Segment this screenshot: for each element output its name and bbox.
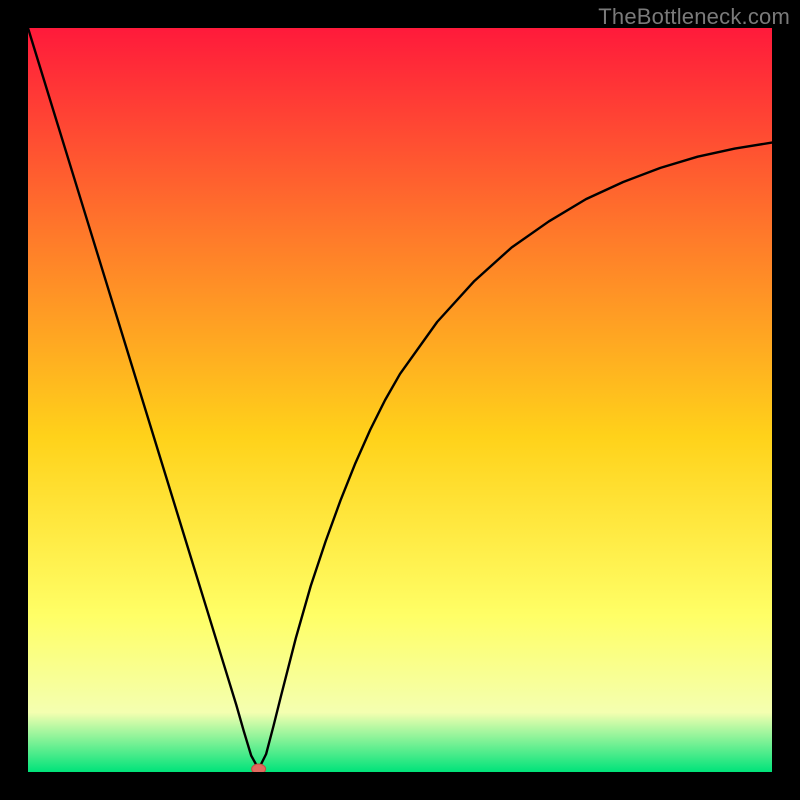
watermark-text: TheBottleneck.com xyxy=(598,4,790,30)
optimal-marker xyxy=(252,764,266,772)
chart-frame: TheBottleneck.com xyxy=(0,0,800,800)
chart-svg xyxy=(28,28,772,772)
plot-area xyxy=(28,28,772,772)
gradient-background xyxy=(28,28,772,772)
